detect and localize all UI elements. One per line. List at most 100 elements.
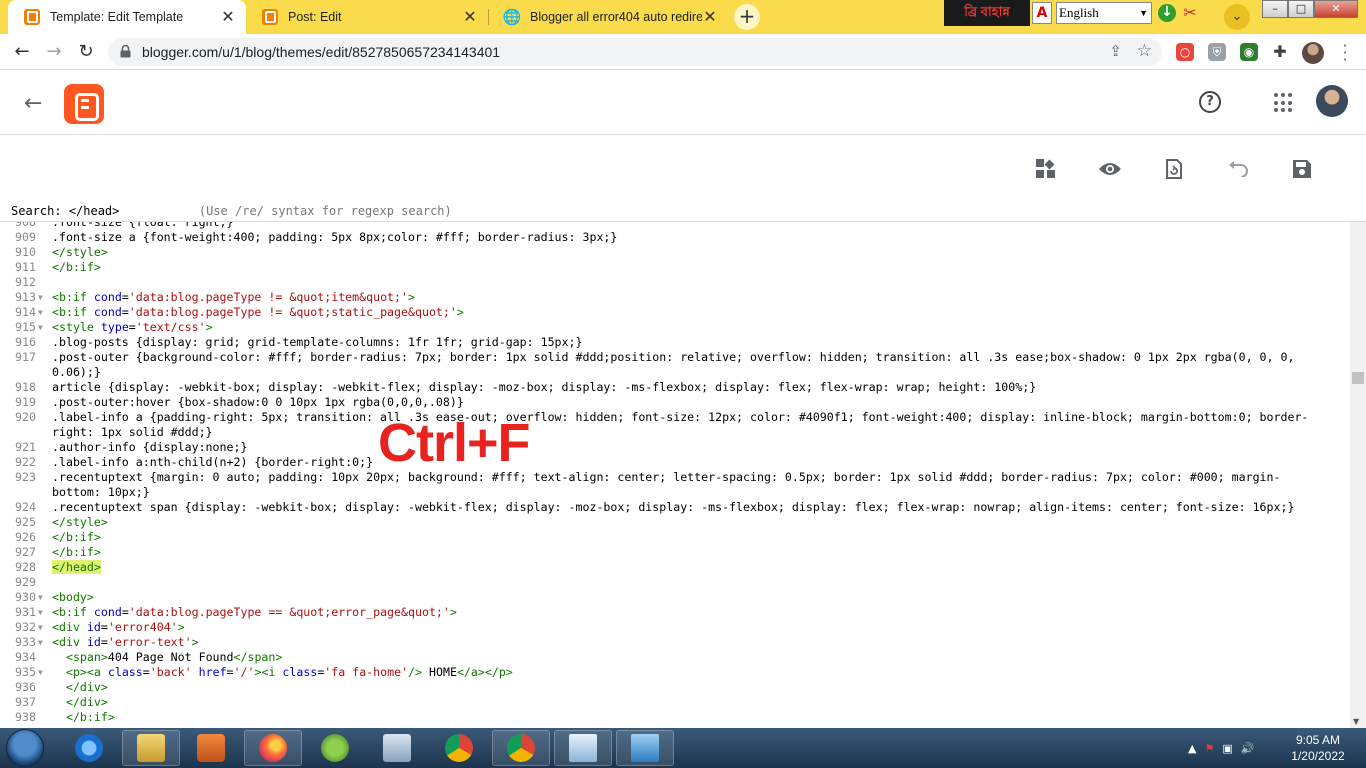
close-tab-icon[interactable]: ✕ bbox=[462, 7, 478, 27]
tab-post-edit[interactable]: Post: Edit ✕ bbox=[246, 0, 488, 34]
scroll-down-arrow-icon[interactable]: ▼ bbox=[1353, 717, 1359, 726]
fold-arrow-icon[interactable]: ▼ bbox=[38, 605, 43, 620]
code-token: > bbox=[177, 620, 185, 634]
code-token: </b:if> bbox=[52, 530, 101, 544]
code-text: 0.06);} bbox=[52, 365, 101, 380]
code-token: id bbox=[86, 635, 101, 649]
show-hidden-icons-icon[interactable]: ▲ bbox=[1188, 742, 1196, 755]
ctrl-f-overlay: Ctrl+F bbox=[378, 413, 531, 473]
taskbar-photo-viewer[interactable] bbox=[616, 730, 674, 766]
language-select[interactable]: English ▼ bbox=[1056, 2, 1152, 24]
taskbar-file-explorer[interactable] bbox=[122, 730, 180, 766]
undo-icon[interactable] bbox=[1225, 156, 1251, 182]
forward-button[interactable]: → bbox=[42, 40, 66, 64]
editor-search-bar[interactable]: Search: </head> (Use /re/ syntax for reg… bbox=[0, 202, 1366, 222]
code-text: </style> bbox=[52, 245, 108, 260]
line-number: 913 bbox=[15, 290, 36, 304]
line-number: 931 bbox=[15, 605, 36, 619]
line-number: 934 bbox=[15, 650, 36, 664]
tab-search-button[interactable]: ⌄ bbox=[1224, 4, 1250, 30]
save-icon[interactable] bbox=[1289, 156, 1315, 182]
download-icon[interactable]: ↓ bbox=[1158, 4, 1176, 22]
bookmark-star-icon[interactable]: ☆ bbox=[1137, 41, 1152, 61]
fold-arrow-icon[interactable]: ▼ bbox=[38, 320, 43, 335]
code-text: </b:if> bbox=[52, 260, 101, 275]
close-tab-icon[interactable]: ✕ bbox=[702, 7, 718, 27]
widgets-icon[interactable] bbox=[1033, 156, 1059, 182]
fold-arrow-icon[interactable]: ▼ bbox=[38, 290, 43, 305]
code-line: 914 ▼ <b:if cond='data:blog.pageType != &q… bbox=[0, 305, 1350, 320]
code-text: </b:if> bbox=[52, 545, 101, 560]
taskbar-chrome[interactable] bbox=[430, 730, 488, 766]
line-number: 929 bbox=[15, 575, 36, 589]
code-text: .author-info {display:none;} bbox=[52, 440, 247, 455]
taskbar-firefox[interactable] bbox=[244, 730, 302, 766]
code-line: 937 </div> bbox=[0, 695, 1350, 710]
taskbar-idm[interactable] bbox=[306, 730, 364, 766]
code-line: 926 </b:if> bbox=[0, 530, 1350, 545]
code-token: type bbox=[100, 320, 129, 334]
search-input[interactable]: </head> bbox=[69, 204, 120, 218]
fold-arrow-icon[interactable]: ▼ bbox=[38, 590, 43, 605]
taskbar-clock[interactable]: 9:05 AM 1/20/2022 bbox=[1282, 732, 1354, 764]
fold-arrow-icon[interactable]: ▼ bbox=[38, 665, 43, 680]
taskbar-chrome-profile[interactable] bbox=[492, 730, 550, 766]
help-icon[interactable]: ? bbox=[1199, 91, 1221, 113]
taskbar-internet-explorer[interactable] bbox=[60, 730, 118, 766]
flag-icon[interactable]: ⚑ bbox=[1204, 742, 1214, 755]
browser-menu-icon[interactable]: · · · bbox=[1340, 38, 1350, 68]
network-icon[interactable]: ▣ bbox=[1222, 742, 1232, 755]
fold-arrow-icon[interactable]: ▼ bbox=[38, 635, 43, 650]
taskbar-notepad[interactable] bbox=[554, 730, 612, 766]
volume-icon[interactable]: 🔊 bbox=[1241, 742, 1255, 755]
google-apps-icon[interactable] bbox=[1274, 93, 1294, 113]
close-tab-icon[interactable]: ✕ bbox=[220, 7, 236, 27]
back-button[interactable]: ← bbox=[10, 40, 34, 64]
account-avatar[interactable] bbox=[1316, 85, 1348, 117]
address-bar[interactable]: blogger.com/u/1/blog/themes/edit/8527850… bbox=[108, 38, 1162, 66]
code-line: 928 </head> bbox=[0, 560, 1350, 575]
bangla-keyboard-extension[interactable]: ব্রি বাহান্ন bbox=[944, 0, 1030, 26]
code-token: <style bbox=[52, 320, 101, 334]
tools-icon[interactable]: ✂ bbox=[1180, 3, 1200, 23]
minimize-button[interactable]: – bbox=[1262, 0, 1288, 18]
code-line: 930 ▼ <body> bbox=[0, 590, 1350, 605]
share-icon[interactable]: ⇪ bbox=[1109, 42, 1122, 60]
preview-eye-icon[interactable] bbox=[1097, 156, 1123, 182]
code-line: 929 bbox=[0, 575, 1350, 590]
blogger-logo[interactable] bbox=[64, 84, 104, 124]
code-text: .recentuptext {margin: 0 auto; padding: … bbox=[52, 470, 1281, 485]
globe-icon: 🌐 bbox=[502, 9, 522, 26]
fold-arrow-icon[interactable]: ▼ bbox=[38, 305, 43, 320]
code-text: <b:if cond='data:blog.pageType == &quot;… bbox=[52, 605, 457, 620]
maximize-button[interactable]: □ bbox=[1288, 0, 1314, 18]
record-extension-icon[interactable]: ○ bbox=[1176, 43, 1194, 61]
tab-error404-redirect[interactable]: 🌐 Blogger all error404 auto redirect ✕ bbox=[488, 0, 728, 34]
adobe-icon[interactable]: A bbox=[1032, 2, 1052, 24]
extensions-puzzle-icon[interactable]: ✚ bbox=[1271, 43, 1289, 61]
taskbar-media-player[interactable] bbox=[182, 730, 240, 766]
code-editor[interactable]: 908 .font-size {float: right;} 909 .font-si… bbox=[0, 222, 1366, 728]
new-tab-button[interactable]: + bbox=[734, 4, 760, 30]
code-token: = bbox=[100, 635, 108, 649]
globe-extension-icon[interactable]: ◉ bbox=[1240, 43, 1258, 61]
shield-extension-icon[interactable]: ⛨ bbox=[1208, 43, 1226, 61]
code-token: <body> bbox=[52, 590, 94, 604]
editor-scrollbar[interactable]: ▼ bbox=[1350, 222, 1366, 728]
back-arrow-icon[interactable]: ← bbox=[24, 91, 42, 116]
start-button[interactable] bbox=[2, 728, 46, 768]
profile-avatar[interactable] bbox=[1302, 42, 1324, 64]
close-window-button[interactable]: ✕ bbox=[1314, 0, 1358, 18]
restore-icon[interactable] bbox=[1161, 156, 1187, 182]
code-text: </b:if> bbox=[52, 710, 115, 725]
tab-template-edit[interactable]: Template: Edit Template ✕ bbox=[8, 0, 246, 34]
internet-explorer-icon bbox=[75, 734, 103, 762]
taskbar-calculator[interactable] bbox=[368, 730, 426, 766]
line-number: 936 bbox=[15, 680, 36, 694]
reload-button[interactable]: ↻ bbox=[74, 40, 98, 64]
code-line: 936 </div> bbox=[0, 680, 1350, 695]
fold-arrow-icon[interactable]: ▼ bbox=[38, 620, 43, 635]
scrollbar-thumb[interactable] bbox=[1352, 372, 1364, 384]
